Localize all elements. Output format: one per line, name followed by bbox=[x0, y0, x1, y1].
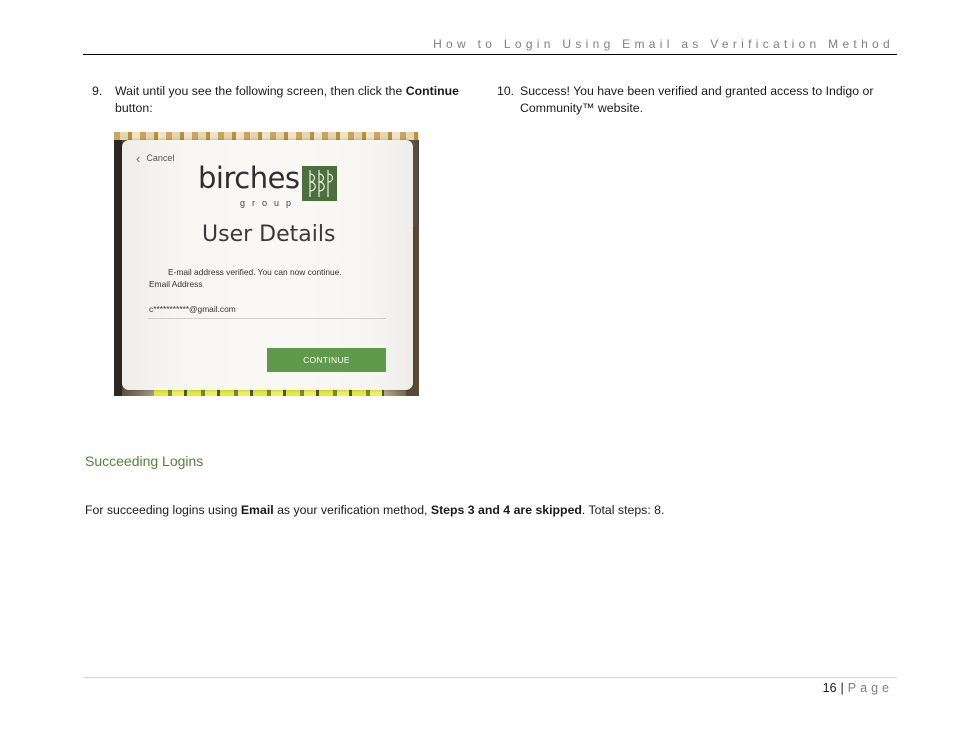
page-header-title: How to Login Using Email as Verification… bbox=[433, 37, 894, 51]
chevron-left-icon: ‹ bbox=[136, 150, 141, 166]
page-footer: 16 | Page bbox=[823, 681, 893, 695]
brand-name: birches bbox=[198, 161, 300, 195]
page-label: Page bbox=[847, 681, 893, 695]
footer-separator: | bbox=[840, 681, 844, 695]
para-part-2: as your verification method, bbox=[273, 503, 431, 517]
background-foliage-top bbox=[114, 132, 419, 140]
email-field-underline bbox=[148, 318, 386, 319]
section-heading: Succeeding Logins bbox=[85, 453, 204, 469]
user-details-screenshot: ‹ Cancel birches group User Details E-ma… bbox=[114, 132, 419, 396]
step-9-text-part: Wait until you see the following screen,… bbox=[115, 84, 406, 98]
para-bold-steps: Steps 3 and 4 are skipped bbox=[430, 503, 582, 517]
continue-button[interactable]: CONTINUE bbox=[267, 348, 386, 372]
step-10-text: Success! You have been verified and gran… bbox=[520, 84, 874, 115]
cancel-label: Cancel bbox=[146, 153, 175, 163]
step-9-number: 9. bbox=[92, 84, 103, 98]
cancel-link[interactable]: ‹ Cancel bbox=[136, 150, 175, 166]
header-rule bbox=[83, 54, 897, 55]
verified-message: E-mail address verified. You can now con… bbox=[168, 267, 342, 277]
birches-logo-icon bbox=[302, 166, 337, 201]
user-details-card: ‹ Cancel birches group User Details E-ma… bbox=[122, 140, 413, 390]
para-part-1: For succeeding logins using bbox=[85, 503, 241, 517]
email-address-label: Email Address bbox=[149, 279, 203, 289]
para-bold-email: Email bbox=[240, 503, 274, 517]
logo-mark-icon bbox=[309, 170, 334, 197]
page-number: 16 bbox=[822, 681, 837, 695]
succeeding-logins-paragraph: For succeeding logins using Email as you… bbox=[85, 503, 664, 517]
email-field[interactable]: c***********@gmail.com bbox=[149, 304, 236, 314]
tree-trunk-left bbox=[114, 132, 122, 396]
step-9-continue-emphasis: Continue bbox=[405, 84, 459, 98]
brand-sub: group bbox=[240, 198, 299, 208]
step-9-text-end: button: bbox=[115, 101, 153, 115]
step-9-text: Wait until you see the following screen,… bbox=[115, 83, 475, 117]
step-10-number: 10. bbox=[497, 84, 515, 98]
user-details-heading: User Details bbox=[202, 222, 336, 247]
footer-rule bbox=[83, 677, 897, 678]
para-part-3: . Total steps: 8. bbox=[581, 503, 665, 517]
